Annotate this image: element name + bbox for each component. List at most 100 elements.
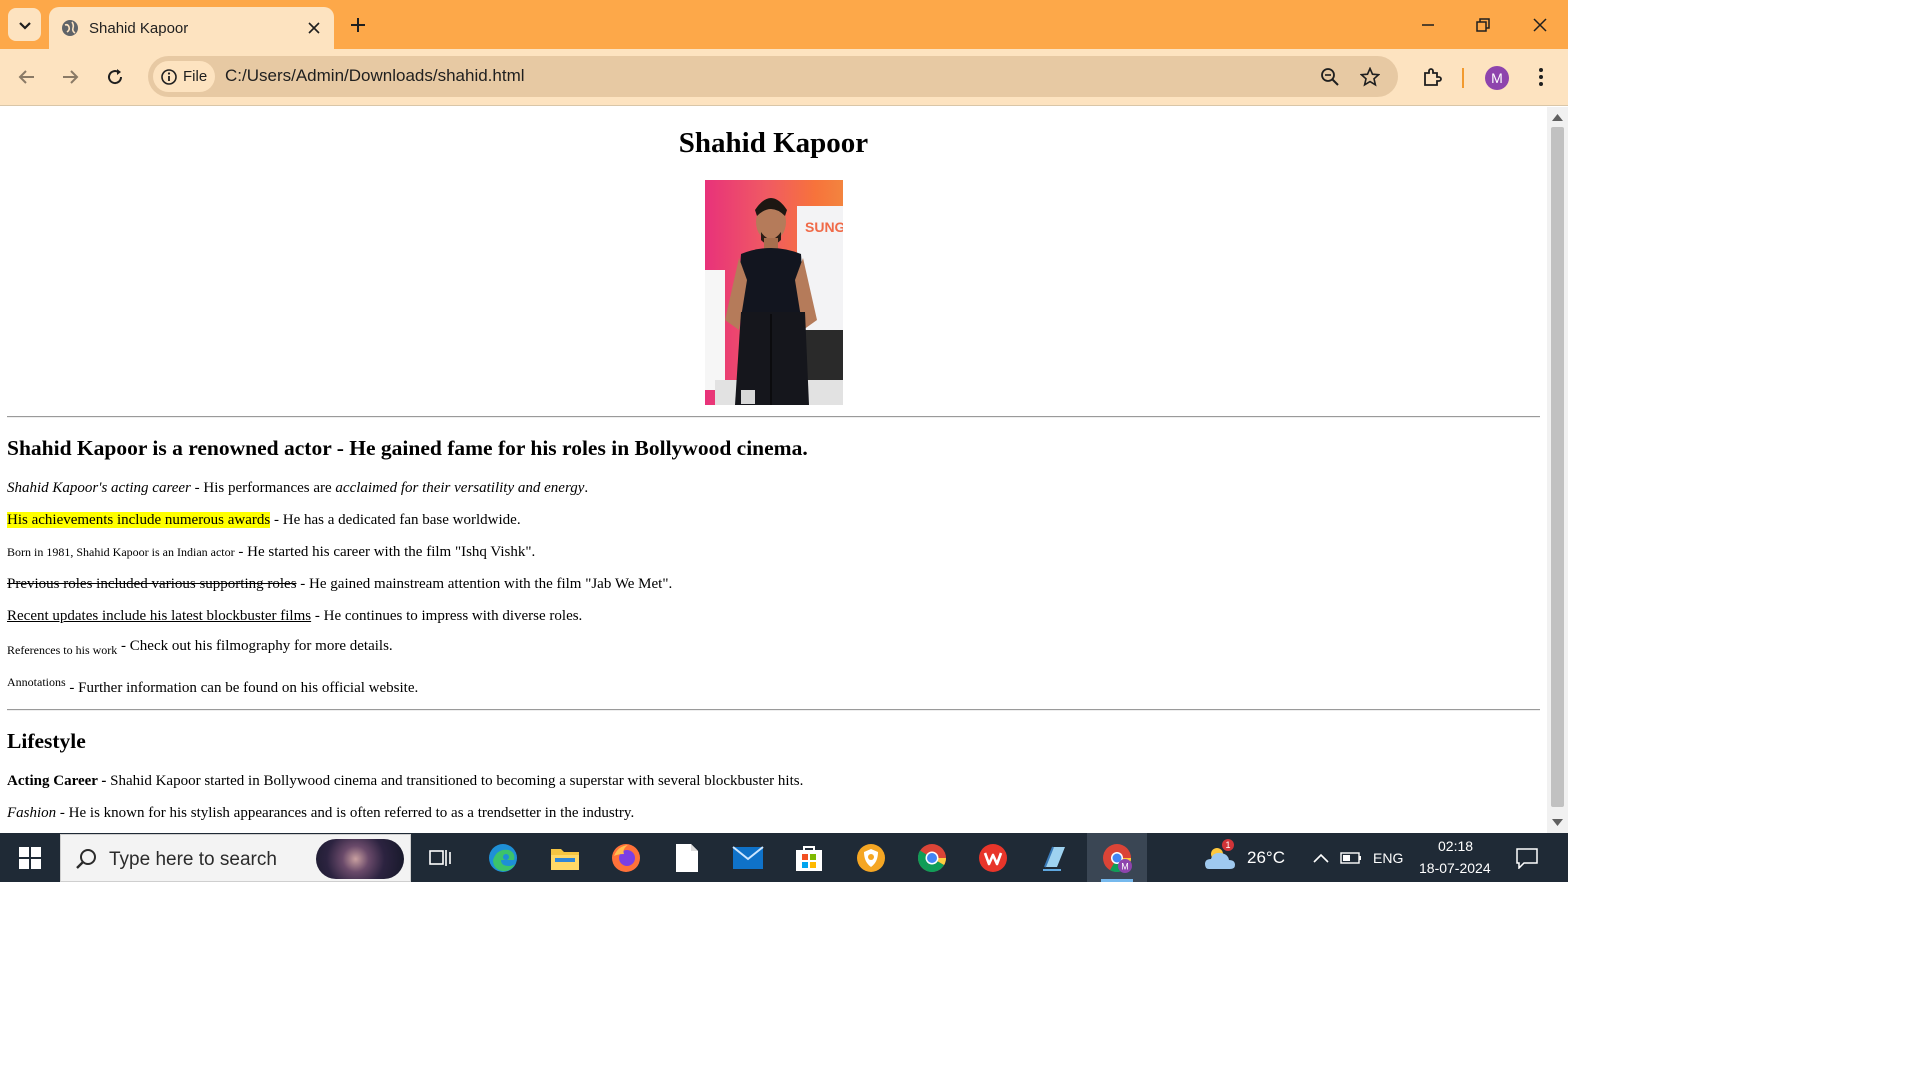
career-end: .: [584, 480, 589, 496]
recent-rest: He continues to impress with diverse rol…: [323, 608, 583, 624]
chrome-app[interactable]: [913, 839, 951, 877]
separator: -: [56, 805, 69, 821]
browser-tab[interactable]: Shahid Kapoor: [49, 7, 334, 49]
chrome-icon: [917, 844, 946, 872]
lifestyle-heading: Lifestyle: [7, 729, 86, 753]
acting-lead: Acting Career: [7, 773, 98, 789]
minimize-icon: [1422, 24, 1434, 26]
battery-icon: [1340, 852, 1361, 864]
menu-button[interactable]: [1528, 64, 1554, 90]
clock-time[interactable]: 02:18: [1438, 838, 1473, 854]
restore-button[interactable]: [1468, 10, 1498, 40]
paint-app[interactable]: [1035, 839, 1073, 877]
profile-avatar[interactable]: M: [1485, 66, 1509, 90]
separator: -: [65, 680, 79, 696]
awards-rest: He has a dedicated fan base worldwide.: [282, 512, 521, 528]
divider-top: [7, 416, 1540, 418]
fashion-lead: Fashion: [7, 805, 57, 821]
extensions-button[interactable]: [1419, 64, 1445, 90]
bookmark-button[interactable]: [1358, 65, 1382, 89]
portrait-illustration: SUNG SUNG: [705, 180, 843, 405]
divider-bottom: [7, 709, 1540, 711]
reload-icon: [108, 69, 123, 85]
clock-date[interactable]: 18-07-2024: [1419, 860, 1491, 876]
active-indicator: [1101, 879, 1133, 882]
firefox-icon: [612, 844, 640, 872]
info-icon: [161, 68, 177, 85]
intro-heading: Shahid Kapoor is a renowned actor - He g…: [7, 436, 808, 460]
close-window-button[interactable]: [1525, 10, 1555, 40]
new-tab-button[interactable]: [346, 13, 370, 37]
site-info-chip[interactable]: File: [153, 61, 215, 92]
scrollbar-thumb[interactable]: [1551, 127, 1564, 807]
weather-temperature[interactable]: 26°C: [1247, 848, 1285, 868]
tab-search-button[interactable]: [8, 8, 41, 41]
notepad-app[interactable]: [668, 839, 706, 877]
wps-icon: [979, 844, 1007, 872]
chevron-down-icon: [18, 21, 31, 30]
scroll-down-arrow-icon[interactable]: [1552, 819, 1563, 827]
wps-office-app[interactable]: [974, 839, 1012, 877]
minimize-button[interactable]: [1413, 10, 1443, 40]
brave-app[interactable]: [852, 839, 890, 877]
svg-text:SUNG: SUNG: [805, 219, 843, 235]
info-line-previous: Previous roles included various supporti…: [7, 576, 672, 593]
task-view-button[interactable]: [421, 839, 459, 877]
career-rest: His performances are: [203, 480, 336, 496]
close-icon: [308, 22, 320, 34]
vertical-scrollbar[interactable]: [1547, 107, 1568, 833]
separator: -: [270, 512, 283, 528]
career-emphasis: acclaimed for their versatility and ener…: [335, 480, 585, 496]
acting-rest: Shahid Kapoor started in Bollywood cinem…: [110, 773, 804, 789]
search-highlight-image: [316, 839, 404, 879]
info-line-annotations: Annotations - Further information can be…: [7, 675, 418, 697]
chevron-up-icon: [1313, 853, 1329, 863]
windows-logo-icon: [19, 847, 41, 869]
zoom-out-icon: [1321, 68, 1339, 86]
notification-icon: [1516, 848, 1538, 869]
toolbar-separator: [1462, 68, 1464, 88]
plus-icon: [351, 18, 365, 32]
separator: -: [97, 773, 111, 789]
taskbar-search-box[interactable]: Type here to search: [60, 834, 411, 882]
start-button[interactable]: [10, 841, 50, 875]
pencil-icon: [1043, 846, 1065, 871]
microsoft-store-app[interactable]: [790, 839, 828, 877]
battery-indicator[interactable]: [1332, 839, 1370, 877]
star-icon: [1360, 67, 1380, 87]
svg-text:M: M: [1121, 862, 1129, 872]
tab-close-button[interactable]: [303, 17, 325, 39]
edge-app[interactable]: [484, 839, 522, 877]
scroll-up-arrow-icon[interactable]: [1552, 113, 1563, 121]
page-title: Shahid Kapoor: [678, 127, 869, 159]
puzzle-icon: [1424, 68, 1442, 86]
chrome-profile-icon: M: [1103, 844, 1132, 873]
document-icon: [676, 844, 698, 872]
reload-button[interactable]: [102, 64, 128, 90]
portrait-image: SUNG SUNG: [705, 180, 843, 405]
chrome-profile-app-active[interactable]: M: [1087, 833, 1147, 882]
born-rest: He started his career with the film "Ish…: [247, 544, 536, 560]
weather-widget[interactable]: 1: [1202, 839, 1240, 877]
restore-icon: [1476, 18, 1490, 32]
references-subscript: References to his work: [7, 643, 118, 657]
separator: -: [190, 480, 204, 496]
separator: -: [234, 544, 248, 560]
fashion-rest: He is known for his stylish appearances …: [68, 805, 635, 821]
file-explorer-app[interactable]: [546, 839, 584, 877]
windows-taskbar: Type here to search M 1 26°C ENG 02:18 1…: [0, 833, 1568, 882]
close-icon: [1533, 18, 1547, 32]
mail-app[interactable]: [729, 839, 767, 877]
language-indicator[interactable]: ENG: [1373, 850, 1403, 866]
address-bar[interactable]: File C:/Users/Admin/Downloads/shahid.htm…: [148, 56, 1398, 97]
awards-highlight: His achievements include numerous awards: [7, 512, 271, 528]
back-button[interactable]: [14, 64, 40, 90]
forward-button[interactable]: [57, 64, 83, 90]
firefox-app[interactable]: [607, 839, 645, 877]
url-text[interactable]: C:/Users/Admin/Downloads/shahid.html: [225, 66, 525, 86]
site-chip-label: File: [183, 68, 208, 85]
zoom-button[interactable]: [1318, 65, 1342, 89]
weather-badge: 1: [1222, 839, 1234, 851]
lifestyle-item-fashion: Fashion - He is known for his stylish ap…: [7, 805, 634, 822]
notifications-button[interactable]: [1508, 839, 1546, 877]
